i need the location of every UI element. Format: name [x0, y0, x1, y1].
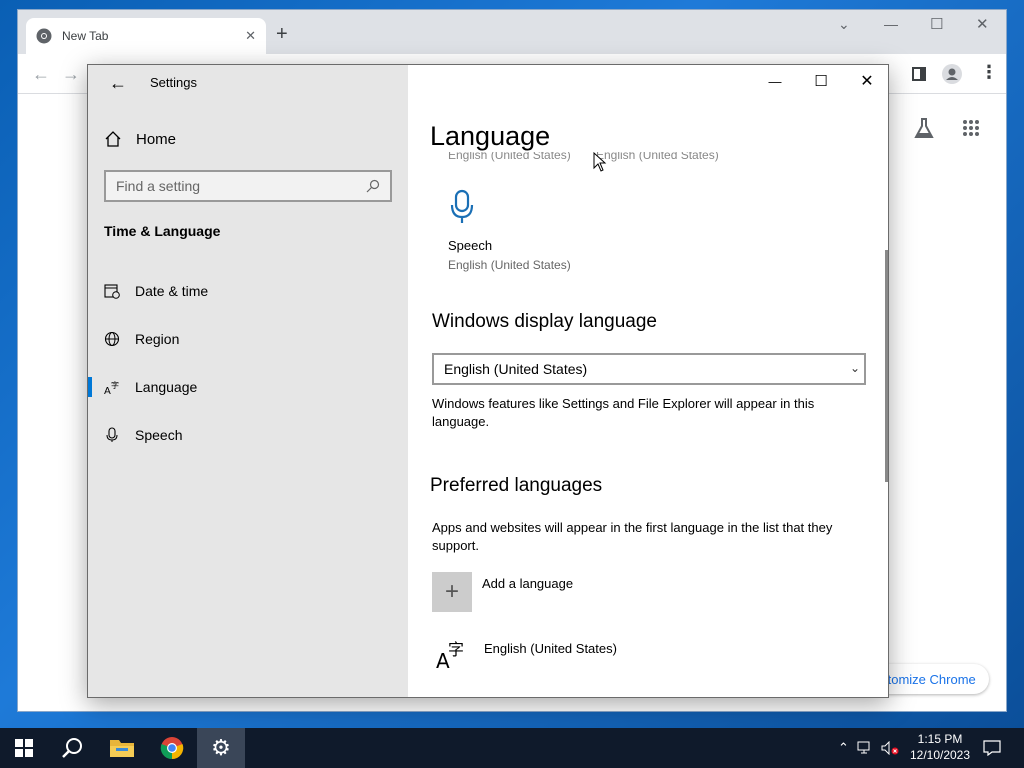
find-setting-search-box[interactable]: Find a setting: [104, 170, 392, 202]
volume-muted-icon[interactable]: [881, 741, 899, 755]
chrome-tab-new-tab[interactable]: New Tab ✕: [26, 18, 266, 54]
start-button[interactable]: [0, 728, 48, 768]
back-icon[interactable]: ←: [32, 64, 50, 85]
chevron-down-icon: ⌄: [849, 361, 860, 375]
taskbar-search-button[interactable]: [48, 728, 96, 768]
sidebar-item-date-time[interactable]: Date & time: [88, 271, 408, 311]
forward-icon[interactable]: →: [62, 64, 80, 85]
plus-icon: +: [432, 572, 472, 612]
close-icon[interactable]: ✕: [844, 65, 888, 97]
faded-tile-subtitle-left: English (United States): [448, 152, 571, 162]
chrome-titlebar: New Tab ✕ + ⌄ — ☐ ✕: [18, 10, 1006, 54]
page-title: Language: [430, 121, 551, 151]
speech-tile-title: Speech: [448, 238, 493, 253]
clock[interactable]: 1:15 PM 12/10/2023: [905, 731, 975, 763]
customize-chrome-label: ıtomize Chrome: [884, 671, 976, 687]
customize-chrome-button[interactable]: ıtomize Chrome: [874, 664, 989, 694]
chrome-favicon-icon: [36, 28, 52, 44]
settings-content: — ☐ ✕ Language English (United States) E…: [408, 65, 888, 697]
back-arrow-icon[interactable]: ←: [104, 71, 132, 95]
speech-tile[interactable]: Speech English (United States): [448, 189, 571, 272]
tab-title: New Tab: [62, 29, 109, 43]
display-language-heading: Windows display language: [432, 311, 657, 332]
group-title: Time & Language: [104, 223, 221, 239]
apps-grid-icon[interactable]: [962, 119, 980, 137]
preferred-languages-heading: Preferred languages: [430, 475, 603, 496]
search-icon: [366, 179, 380, 193]
gear-icon: ⚙: [211, 735, 231, 760]
language-icon: A 字: [436, 640, 464, 671]
taskbar: ⚙ ⌃ 1:15 PM 12/10/2023: [0, 728, 1024, 768]
home-label: Home: [136, 130, 177, 148]
faded-tile-subtitle-right: English (United States): [596, 152, 719, 162]
tab-search-icon[interactable]: ⌄: [838, 16, 850, 33]
mouse-cursor-icon: [593, 152, 607, 172]
home-icon: [105, 131, 121, 147]
settings-window: ← Settings Home Find a setting Time & La…: [87, 64, 889, 698]
add-language-label: Add a language: [482, 576, 574, 591]
tab-close-icon[interactable]: ✕: [245, 28, 256, 44]
preferred-languages-description: Apps and websites will appear in the fir…: [432, 520, 833, 553]
svg-text:字: 字: [448, 640, 464, 659]
minimize-icon[interactable]: —: [752, 65, 798, 97]
calendar-clock-icon: [104, 284, 120, 299]
new-tab-button[interactable]: +: [276, 24, 288, 44]
display-language-description: Windows features like Settings and File …: [432, 396, 815, 429]
sidebar-item-label: Region: [135, 331, 180, 347]
system-tray: ⌃: [838, 728, 899, 768]
sidebar-item-label: Language: [135, 379, 198, 395]
show-hidden-icons-icon[interactable]: ⌃: [838, 740, 849, 756]
chrome-menu-icon[interactable]: ⋮: [980, 62, 998, 83]
sidebar-item-speech[interactable]: Speech: [88, 415, 408, 455]
display-language-value: English (United States): [444, 361, 588, 377]
network-icon[interactable]: [857, 741, 873, 755]
svg-text:字: 字: [111, 380, 119, 390]
settings-window-title: Settings: [150, 75, 197, 90]
maximize-icon[interactable]: ☐: [798, 65, 844, 97]
clock-date: 12/10/2023: [909, 748, 971, 762]
chrome-icon: [160, 737, 184, 760]
chrome-close-icon[interactable]: ✕: [976, 15, 989, 33]
microphone-icon: [106, 427, 118, 442]
settings-sidebar: ← Settings Home Find a setting Time & La…: [88, 65, 408, 697]
display-language-select[interactable]: English (United States) ⌄: [432, 353, 866, 385]
file-explorer-button[interactable]: [98, 728, 146, 768]
settings-taskbar-button[interactable]: ⚙: [197, 728, 245, 768]
windows-logo-icon: [15, 739, 33, 757]
home-nav-item[interactable]: Home: [104, 129, 176, 149]
search-placeholder: Find a setting: [116, 178, 201, 194]
chrome-minimize-icon[interactable]: —: [884, 16, 898, 32]
language-icon: A字: [104, 380, 119, 395]
settings-window-controls: — ☐ ✕: [752, 65, 888, 97]
labs-flask-icon[interactable]: [913, 117, 935, 139]
scrollbar[interactable]: [885, 250, 888, 482]
search-icon: [62, 738, 82, 758]
sidebar-item-region[interactable]: Region: [88, 319, 408, 359]
chrome-taskbar-button[interactable]: [148, 728, 196, 768]
sidebar-item-label: Speech: [135, 427, 183, 443]
profile-icon[interactable]: [942, 64, 962, 84]
microphone-icon: [450, 189, 474, 223]
add-language-button[interactable]: + Add a language: [432, 572, 573, 612]
action-center-button[interactable]: [983, 728, 1001, 768]
chrome-maximize-icon[interactable]: ☐: [930, 15, 943, 33]
sidebar-item-language[interactable]: A字 Language: [88, 367, 408, 407]
clock-time: 1:15 PM: [917, 732, 963, 746]
svg-text:A: A: [104, 386, 111, 395]
speech-tile-subtitle: English (United States): [448, 258, 571, 272]
sidebar-item-label: Date & time: [135, 283, 209, 299]
side-panel-icon[interactable]: [912, 67, 926, 81]
folder-icon: [110, 740, 134, 757]
language-list-item[interactable]: A 字 English (United States): [436, 637, 617, 671]
notification-icon: [983, 740, 1001, 756]
globe-icon: [104, 331, 120, 347]
language-name: English (United States): [484, 641, 617, 656]
